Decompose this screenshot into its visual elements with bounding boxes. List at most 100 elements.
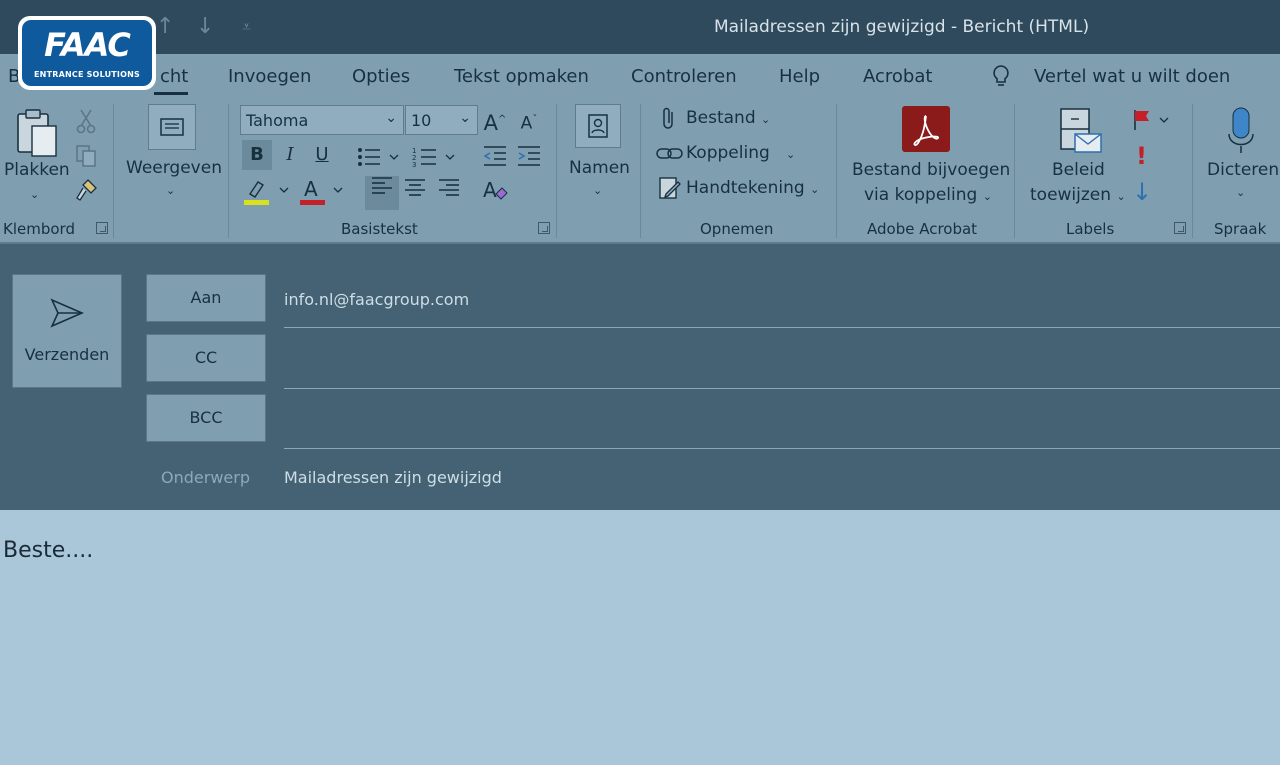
names-button[interactable]: Namen [569, 156, 630, 180]
numbering-icon[interactable]: 123 [412, 146, 462, 172]
customize-quick-access-icon[interactable]: ⩡ [242, 17, 251, 37]
follow-up-flag-icon[interactable] [1132, 108, 1172, 136]
group-label-speech: Spraak [1214, 220, 1267, 238]
dictate-button[interactable]: Dicteren [1207, 158, 1279, 182]
font-size-value: 10 [411, 111, 432, 130]
high-importance-icon[interactable]: ! [1136, 142, 1147, 170]
subject-field[interactable]: Mailadressen zijn gewijzigd [284, 468, 502, 487]
low-importance-icon[interactable]: ↓ [1132, 178, 1152, 206]
attach-file-button[interactable]: Bestand ⌄ [686, 108, 770, 128]
align-right-button[interactable] [434, 178, 464, 208]
ribbon: Plakken ⌄ Klembord Weergeven ⌄ Tahoma ⌄ … [0, 98, 1280, 244]
font-family-select[interactable]: Tahoma ⌄ [240, 105, 404, 135]
bcc-field[interactable] [284, 410, 1280, 434]
faac-logo: FAAC ENTRANCE SOLUTIONS [18, 16, 156, 90]
send-label: Verzenden [24, 345, 110, 364]
names-chevron-icon[interactable]: ⌄ [593, 184, 602, 197]
basic-text-launcher-icon[interactable] [538, 222, 550, 234]
tab-format-text[interactable]: Tekst opmaken [454, 66, 589, 87]
link-button[interactable]: Koppeling ⌄ [686, 143, 795, 163]
font-color-icon[interactable]: A [300, 176, 350, 210]
send-button[interactable]: Verzenden [12, 274, 122, 388]
tab-insert[interactable]: Invoegen [228, 66, 311, 87]
redo-arrow-icon[interactable]: ↓ [196, 14, 214, 39]
view-chevron-icon[interactable]: ⌄ [166, 184, 175, 197]
highlight-color-icon[interactable] [244, 178, 294, 210]
shrink-font-label: A [520, 113, 533, 134]
tab-acrobat[interactable]: Acrobat [863, 66, 932, 87]
separator [1014, 104, 1015, 238]
increase-indent-icon[interactable] [516, 145, 542, 171]
signature-pen-icon[interactable] [658, 176, 682, 206]
assign-policy-line1[interactable]: Beleid [1052, 158, 1105, 182]
cut-scissors-icon[interactable] [76, 108, 96, 138]
undo-arrow-icon[interactable]: ↑ [156, 14, 174, 39]
tab-message[interactable]: cht [153, 66, 189, 95]
tell-me-search[interactable]: Vertel wat u wilt doen [1034, 66, 1230, 87]
underline-button[interactable]: U [307, 140, 337, 170]
chevron-down-icon: ⌄ [385, 110, 397, 126]
adobe-acrobat-icon[interactable] [902, 106, 950, 152]
to-button[interactable]: Aan [146, 274, 266, 322]
clear-formatting-icon[interactable]: A [482, 178, 510, 208]
italic-button[interactable]: I [275, 140, 305, 170]
font-color-letter: A [304, 177, 318, 201]
tab-options[interactable]: Opties [352, 66, 410, 87]
group-label-basic-text: Basistekst [341, 220, 418, 238]
signature-button[interactable]: Handtekening ⌄ [686, 178, 819, 198]
acrobat-attach-link-button[interactable]: via koppeling ⌄ [864, 183, 992, 209]
message-body[interactable]: Beste.... [3, 538, 93, 563]
to-field-underline [284, 327, 1280, 328]
group-label-include: Opnemen [700, 220, 774, 238]
labels-launcher-icon[interactable] [1174, 222, 1186, 234]
group-label-adobe-acrobat: Adobe Acrobat [867, 220, 978, 238]
link-chain-icon[interactable] [656, 144, 684, 168]
assign-policy-line2: toewijzen [1030, 185, 1112, 205]
cc-button[interactable]: CC [146, 334, 266, 382]
tab-help[interactable]: Help [779, 66, 820, 87]
bold-button[interactable]: B [242, 140, 272, 170]
separator [113, 104, 114, 238]
logo-tagline: ENTRANCE SOLUTIONS [34, 70, 140, 79]
shrink-font-button[interactable]: Aˇ [514, 105, 544, 135]
bcc-field-underline [284, 448, 1280, 449]
assign-policy-cabinet-icon[interactable] [1058, 106, 1104, 160]
signature-label: Handtekening [686, 178, 805, 198]
acrobat-attach-link-line1[interactable]: Bestand bijvoegen [852, 158, 1010, 182]
font-size-select[interactable]: 10 ⌄ [405, 105, 478, 135]
align-center-button[interactable] [400, 178, 430, 208]
copy-icon[interactable] [74, 144, 98, 172]
align-left-button[interactable] [365, 176, 399, 210]
paste-clipboard-icon[interactable] [14, 108, 60, 162]
svg-text:3: 3 [412, 161, 416, 168]
group-label-clipboard: Klembord [3, 220, 75, 238]
logo-brand: FAAC [44, 26, 131, 64]
separator [228, 104, 229, 238]
bullets-icon[interactable] [356, 146, 406, 172]
subject-label: Onderwerp [161, 468, 250, 487]
cc-field[interactable] [284, 350, 1280, 374]
chevron-down-icon: ⌄ [982, 190, 992, 203]
to-field[interactable]: info.nl@faacgroup.com [284, 290, 469, 309]
paste-chevron-icon[interactable]: ⌄ [30, 188, 39, 201]
view-button[interactable]: Weergeven [126, 156, 222, 180]
attach-file-paperclip-icon[interactable] [660, 107, 678, 135]
view-immersive-reader-icon[interactable] [148, 104, 196, 150]
address-book-icon[interactable] [575, 104, 621, 148]
bcc-button[interactable]: BCC [146, 394, 266, 442]
send-paper-plane-icon [50, 298, 85, 328]
chevron-down-icon: ⌄ [459, 110, 471, 126]
format-painter-icon[interactable] [74, 178, 98, 206]
clipboard-launcher-icon[interactable] [96, 222, 108, 234]
assign-policy-button[interactable]: toewijzen ⌄ [1030, 183, 1126, 209]
cc-field-underline [284, 388, 1280, 389]
dictate-chevron-icon[interactable]: ⌄ [1236, 186, 1245, 199]
separator [556, 104, 557, 238]
microphone-icon[interactable] [1226, 106, 1256, 160]
tab-review[interactable]: Controleren [631, 66, 737, 87]
group-label-labels: Labels [1066, 220, 1115, 238]
paste-button[interactable]: Plakken [4, 158, 70, 182]
decrease-indent-icon[interactable] [482, 145, 508, 171]
grow-font-label: A [483, 111, 498, 135]
grow-font-button[interactable]: A^ [480, 105, 510, 135]
